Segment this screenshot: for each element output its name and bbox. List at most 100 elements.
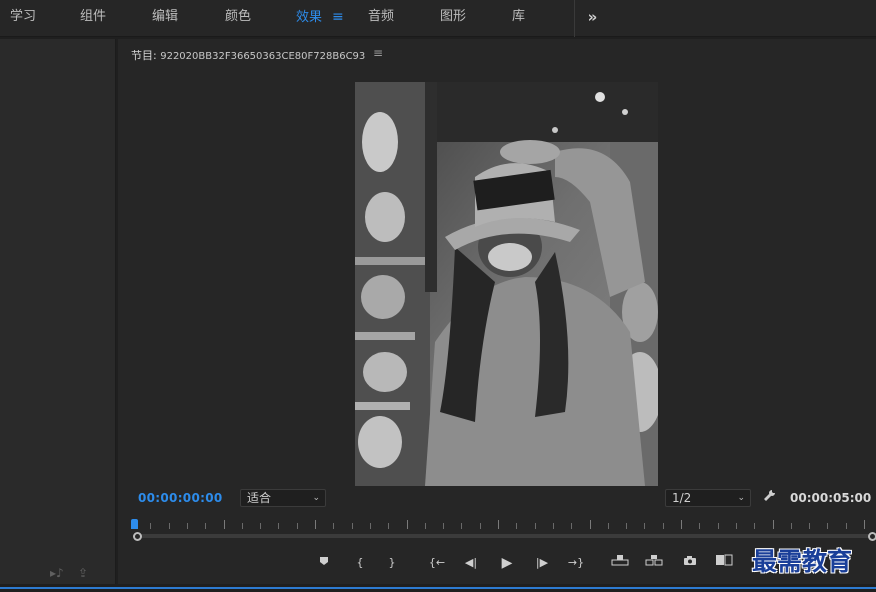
- zoom-level-value: 适合: [247, 491, 272, 505]
- ruler-tick: [169, 523, 170, 529]
- ruler-tick: [150, 523, 151, 529]
- ruler-tick: [791, 523, 792, 529]
- lift-button[interactable]: [608, 553, 632, 573]
- left-panel: ▸♪ ⇪: [0, 39, 116, 584]
- tab-assembly[interactable]: 组件: [80, 0, 106, 34]
- time-ruler[interactable]: [132, 519, 866, 531]
- ruler-tick: [553, 523, 554, 529]
- ruler-tick: [644, 523, 645, 529]
- tab-label: 颜色: [225, 9, 252, 24]
- tab-label: 图形: [440, 9, 467, 24]
- chevron-down-icon: ⌄: [737, 493, 745, 503]
- panel-label: 节目:: [131, 49, 157, 62]
- camera-icon: [684, 556, 696, 565]
- tab-label: 组件: [80, 9, 107, 24]
- ruler-tick: [718, 523, 719, 529]
- lift-icon: [611, 555, 629, 566]
- ruler-tick: [370, 523, 371, 529]
- ruler-tick: [809, 523, 810, 529]
- add-marker-button[interactable]: [312, 553, 336, 573]
- video-preview: [355, 82, 658, 486]
- current-timecode[interactable]: 00:00:00:00: [138, 491, 223, 505]
- watermark-logo: 最需教育: [752, 547, 853, 576]
- tab-effects[interactable]: 效果 ≡: [296, 0, 344, 34]
- monitor-header: 节目: 922020BB32F36650363CE80F728B6C93 ≡: [118, 39, 876, 69]
- scrollbar-handle-left[interactable]: [133, 532, 142, 541]
- ruler-tick: [571, 523, 572, 529]
- extract-button[interactable]: [642, 553, 666, 573]
- tab-label: 学习: [10, 9, 37, 24]
- ruler-tick: [663, 523, 664, 529]
- ruler-tick: [535, 523, 536, 529]
- playback-resolution-select[interactable]: 1/2 ⌄: [665, 489, 751, 507]
- tab-libraries[interactable]: 库: [512, 0, 525, 34]
- panel-focus-line: [0, 587, 876, 589]
- ruler-tick: [608, 523, 609, 529]
- ruler-tick: [480, 523, 481, 529]
- ruler-tick: [498, 520, 499, 529]
- audio-insert-icon[interactable]: ▸♪: [50, 566, 64, 580]
- ruler-tick: [333, 523, 334, 529]
- resolution-value: 1/2: [672, 491, 692, 505]
- tab-editing[interactable]: 编辑: [152, 0, 178, 34]
- ruler-tick: [297, 523, 298, 529]
- workspace-bar: 学习 组件 编辑 颜色 效果 ≡ 音频 图形 库 »: [0, 0, 876, 37]
- zoom-level-select[interactable]: 适合 ⌄: [240, 489, 326, 507]
- marker-icon: [320, 557, 328, 565]
- sequence-name: 922020BB32F36650363CE80F728B6C93: [160, 51, 366, 62]
- ruler-tick: [736, 523, 737, 529]
- ruler-tick: [681, 520, 682, 529]
- mark-out-button[interactable]: }: [380, 553, 404, 573]
- compare-icon: [716, 554, 733, 566]
- ruler-tick: [278, 523, 279, 529]
- ruler-tick: [846, 523, 847, 529]
- workspace-menu-icon[interactable]: ≡: [332, 9, 344, 25]
- ruler-tick: [699, 523, 700, 529]
- ruler-tick: [425, 523, 426, 529]
- zoom-scrollbar[interactable]: [136, 534, 872, 538]
- mark-in-button[interactable]: {: [348, 553, 372, 573]
- tab-label: 库: [512, 9, 526, 24]
- ruler-tick: [388, 523, 389, 529]
- scrollbar-handle-right[interactable]: [868, 532, 876, 541]
- ruler-tick: [590, 520, 591, 529]
- tab-learning[interactable]: 学习: [10, 0, 36, 34]
- go-to-in-button[interactable]: {←: [425, 553, 449, 573]
- ruler-tick: [443, 523, 444, 529]
- ruler-tick: [352, 523, 353, 529]
- playhead[interactable]: [131, 519, 138, 529]
- comparison-view-button[interactable]: [712, 553, 736, 573]
- panel-menu-icon[interactable]: ≡: [373, 46, 383, 60]
- ruler-tick: [187, 523, 188, 529]
- export-frame-button[interactable]: [678, 553, 702, 573]
- step-forward-button[interactable]: |▶: [530, 553, 554, 573]
- tab-label: 编辑: [152, 9, 179, 24]
- tab-color[interactable]: 颜色: [225, 0, 251, 34]
- ruler-tick: [516, 523, 517, 529]
- play-button[interactable]: ▶: [495, 553, 519, 573]
- chevron-down-icon: ⌄: [312, 493, 320, 503]
- tab-label: 音频: [368, 9, 395, 24]
- ruler-tick: [773, 520, 774, 529]
- ruler-tick: [260, 523, 261, 529]
- wrench-icon[interactable]: [763, 489, 776, 506]
- step-back-button[interactable]: ◀|: [459, 553, 483, 573]
- ruler-tick: [242, 523, 243, 529]
- go-to-out-button[interactable]: →}: [564, 553, 588, 573]
- ruler-tick: [827, 523, 828, 529]
- ruler-tick: [315, 520, 316, 529]
- ruler-tick: [224, 520, 225, 529]
- tab-audio[interactable]: 音频: [368, 0, 394, 34]
- tab-label: 效果: [296, 10, 323, 25]
- ruler-tick: [626, 523, 627, 529]
- ruler-tick: [754, 523, 755, 529]
- duration-timecode: 00:00:05:00: [790, 491, 872, 505]
- ruler-tick: [864, 520, 865, 529]
- ruler-tick: [461, 523, 462, 529]
- ruler-tick: [205, 523, 206, 529]
- tab-graphics[interactable]: 图形: [440, 0, 466, 34]
- more-workspaces-chevron-icon[interactable]: »: [574, 0, 610, 37]
- ruler-tick: [407, 520, 408, 529]
- export-icon[interactable]: ⇪: [78, 566, 88, 580]
- extract-icon: [645, 555, 663, 566]
